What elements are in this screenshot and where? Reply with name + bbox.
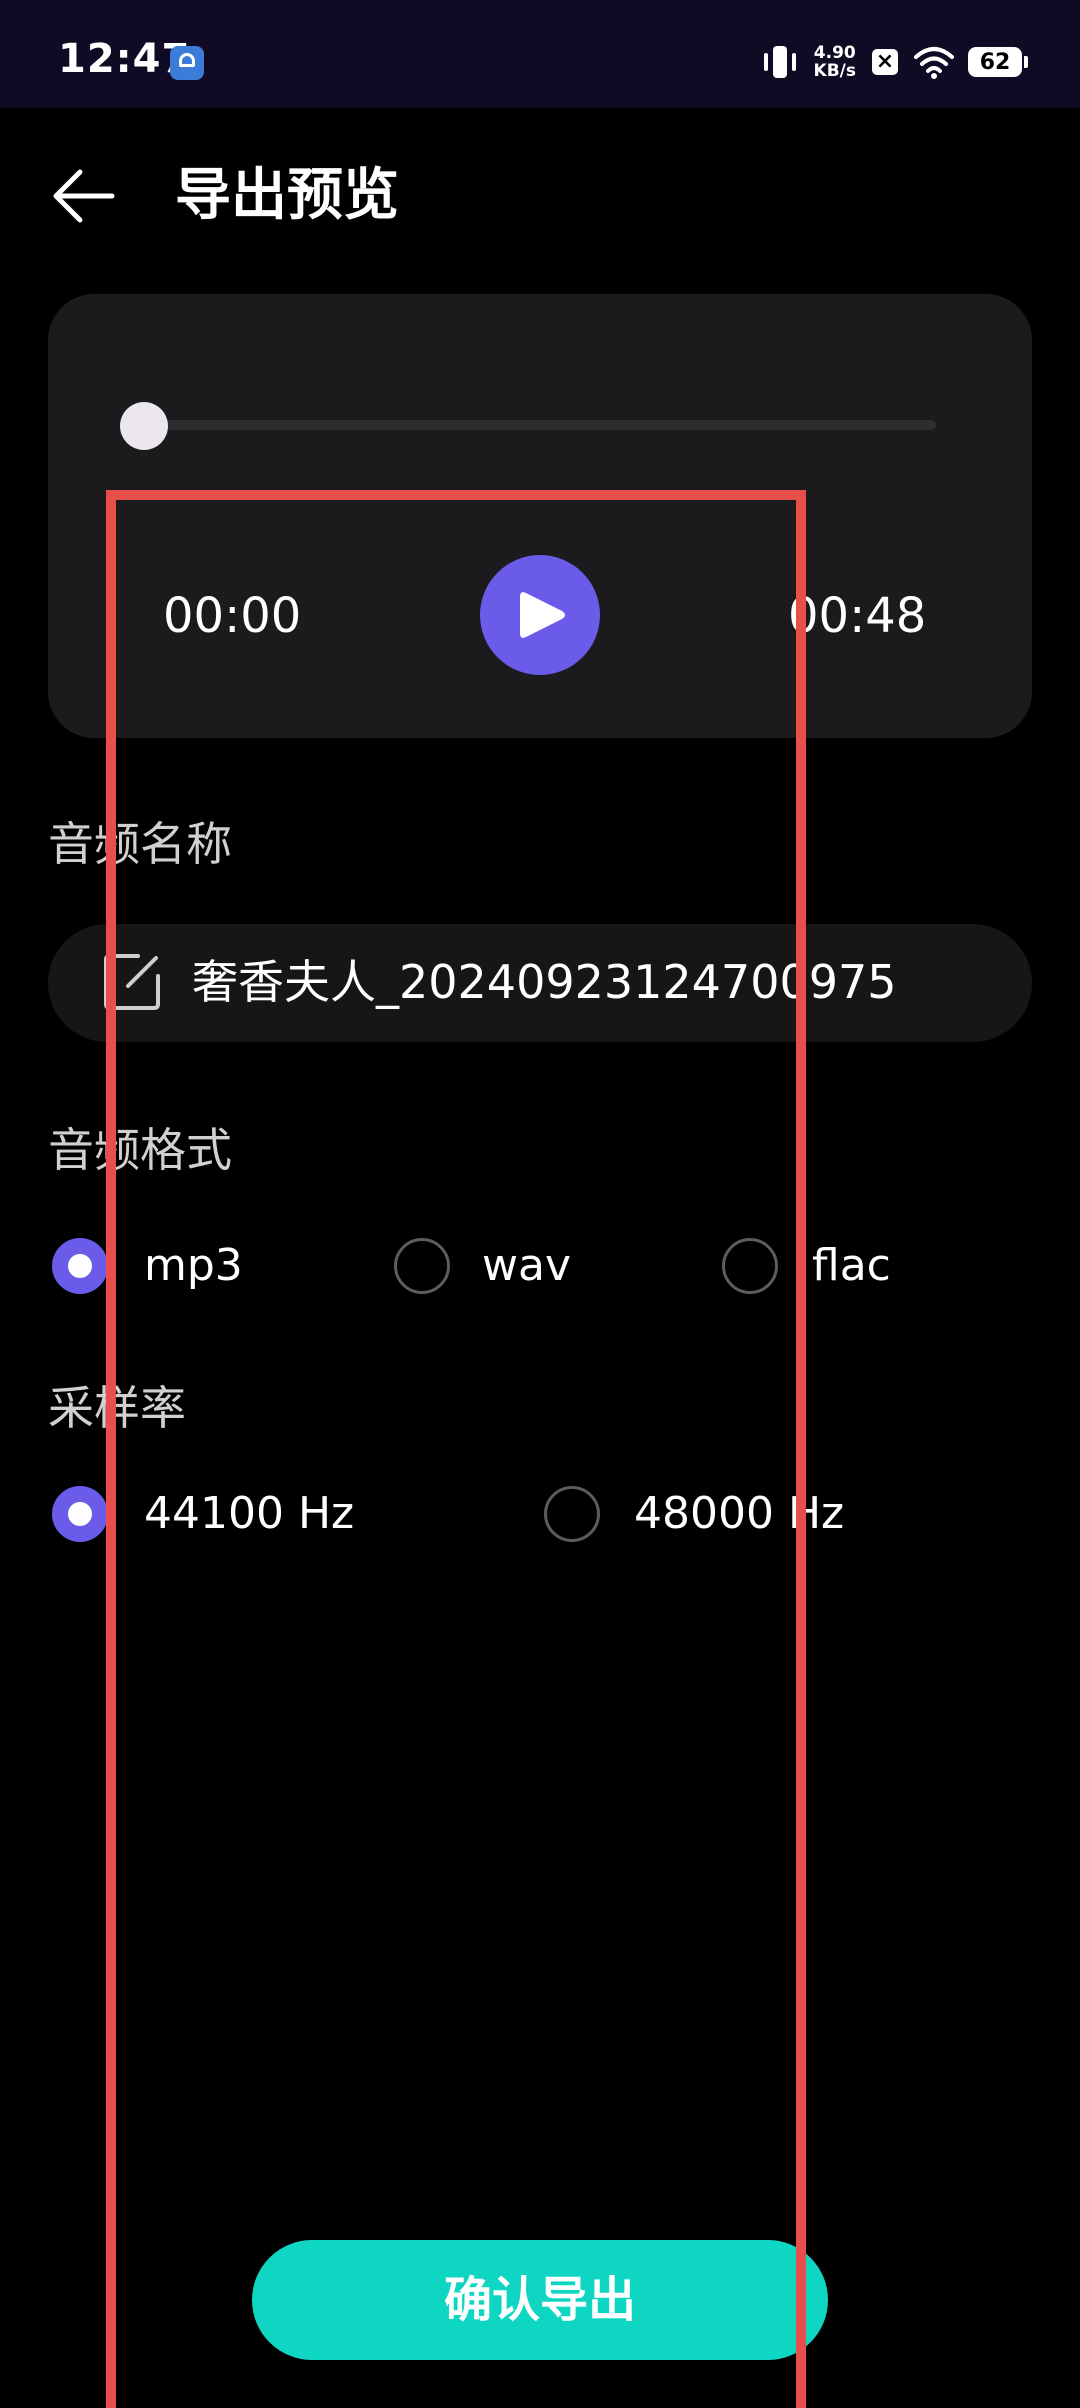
audio-format-label: 音频格式 <box>48 1123 232 1177</box>
confirm-export-button[interactable]: 确认导出 <box>252 2240 828 2360</box>
sample-rate-label: 采样率 <box>48 1381 186 1435</box>
back-arrow-icon[interactable] <box>48 160 120 232</box>
progress-slider[interactable] <box>140 420 936 430</box>
progress-thumb[interactable] <box>120 402 168 450</box>
edit-icon[interactable] <box>100 950 164 1014</box>
format-radio-flac[interactable] <box>722 1238 778 1294</box>
vibrate-icon <box>762 44 798 80</box>
format-option-mp3[interactable]: mp3 <box>144 1238 243 1294</box>
current-time: 00:00 <box>163 588 302 644</box>
network-speed: 4.90 KB/s <box>814 44 856 80</box>
sample-rate-option-44100[interactable]: 44100 Hz <box>144 1486 354 1542</box>
total-time: 00:48 <box>788 588 927 644</box>
x-icon: × <box>872 49 898 75</box>
sample-rate-radio-44100[interactable] <box>52 1486 108 1542</box>
sample-rate-option-48000[interactable]: 48000 Hz <box>634 1486 844 1542</box>
status-bar: 12:47 4.90 KB/s × 62 <box>0 0 1080 108</box>
network-speed-unit: KB/s <box>813 61 856 81</box>
highlight-box <box>106 490 806 2408</box>
format-option-wav[interactable]: wav <box>482 1238 571 1294</box>
page-title: 导出预览 <box>175 163 399 228</box>
play-button[interactable] <box>480 555 600 675</box>
wifi-icon <box>914 47 954 79</box>
audio-name-label: 音频名称 <box>48 817 232 871</box>
audio-name-value: 奢香夫人_20240923124700975 <box>192 955 897 1009</box>
battery-icon: 62 <box>968 47 1028 77</box>
sample-rate-radio-48000[interactable] <box>544 1486 600 1542</box>
format-radio-mp3[interactable] <box>52 1238 108 1294</box>
notification-app-icon <box>170 46 204 80</box>
play-icon <box>520 592 565 638</box>
format-option-flac[interactable]: flac <box>812 1238 891 1294</box>
status-icons: 4.90 KB/s × 62 <box>762 40 1028 84</box>
network-speed-value: 4.90 <box>813 43 856 63</box>
format-radio-wav[interactable] <box>394 1238 450 1294</box>
